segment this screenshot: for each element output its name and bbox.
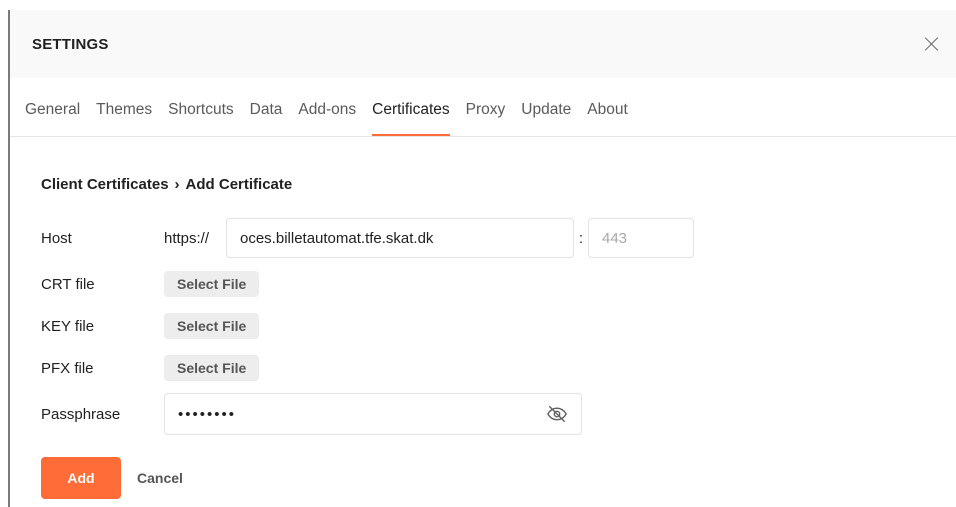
form-actions: Add Cancel xyxy=(41,457,956,499)
port-input[interactable]: 443 xyxy=(588,218,694,258)
crt-file-row: CRT file Select File xyxy=(41,263,956,305)
tab-proxy[interactable]: Proxy xyxy=(466,101,506,136)
crt-select-file-button[interactable]: Select File xyxy=(164,271,260,297)
tab-add-ons[interactable]: Add-ons xyxy=(298,101,356,136)
tab-themes[interactable]: Themes xyxy=(96,101,152,136)
key-select-file-button[interactable]: Select File xyxy=(164,313,260,339)
tab-general[interactable]: General xyxy=(25,101,80,136)
tab-certificates[interactable]: Certificates xyxy=(372,101,450,136)
host-input[interactable]: oces.billetautomat.tfe.skat.dk xyxy=(226,218,574,258)
breadcrumb-current: Add Certificate xyxy=(185,175,293,193)
breadcrumb: Client Certificates › Add Certificate xyxy=(41,174,956,194)
settings-tabs: General Themes Shortcuts Data Add-ons Ce… xyxy=(10,78,956,137)
cancel-button[interactable]: Cancel xyxy=(137,470,183,486)
host-label: Host xyxy=(41,229,72,247)
settings-modal: SETTINGS General Themes Shortcuts Data A… xyxy=(10,10,956,507)
breadcrumb-separator: › xyxy=(174,175,180,193)
certificate-form-panel: Client Certificates › Add Certificate Ho… xyxy=(10,137,956,499)
passphrase-row: Passphrase •••••••• xyxy=(41,393,956,435)
modal-header: SETTINGS xyxy=(10,10,956,78)
tab-update[interactable]: Update xyxy=(521,101,571,136)
passphrase-masked-value: •••••••• xyxy=(178,405,237,423)
tab-about[interactable]: About xyxy=(587,101,628,136)
close-icon[interactable] xyxy=(922,34,942,54)
host-protocol-prefix: https:// xyxy=(164,229,210,247)
passphrase-input[interactable]: •••••••• xyxy=(164,393,582,435)
pfx-file-row: PFX file Select File xyxy=(41,347,956,389)
eye-off-icon[interactable] xyxy=(546,403,568,425)
modal-title: SETTINGS xyxy=(32,35,109,53)
key-file-row: KEY file Select File xyxy=(41,305,956,347)
breadcrumb-parent[interactable]: Client Certificates xyxy=(41,176,169,193)
tab-data[interactable]: Data xyxy=(250,101,283,136)
add-certificate-form: Host https:// oces.billetautomat.tfe.ska… xyxy=(41,218,956,499)
host-row: Host https:// oces.billetautomat.tfe.ska… xyxy=(41,218,956,258)
pfx-file-label: PFX file xyxy=(41,359,94,377)
port-separator: : xyxy=(578,229,584,247)
key-file-label: KEY file xyxy=(41,317,95,335)
passphrase-label: Passphrase xyxy=(41,405,121,423)
add-button[interactable]: Add xyxy=(41,457,121,499)
crt-file-label: CRT file xyxy=(41,275,95,293)
tab-shortcuts[interactable]: Shortcuts xyxy=(168,101,233,136)
pfx-select-file-button[interactable]: Select File xyxy=(164,355,260,381)
